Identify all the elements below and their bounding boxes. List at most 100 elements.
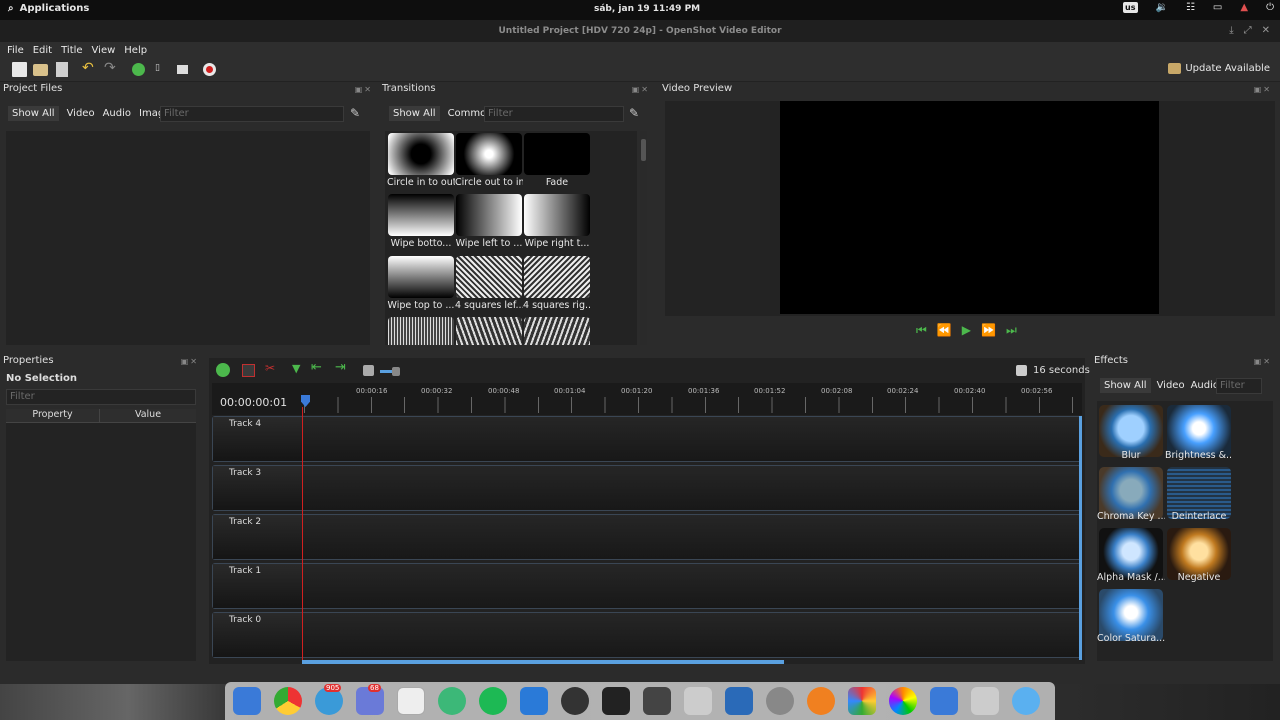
- transition-thumbnail[interactable]: [388, 256, 454, 298]
- fullscreen-icon[interactable]: [177, 65, 188, 74]
- applications-menu[interactable]: ⌕ Applications: [8, 3, 89, 14]
- clear-filter-icon[interactable]: ✎: [629, 106, 639, 120]
- export-video-icon[interactable]: [203, 63, 216, 76]
- keyboard-layout-indicator[interactable]: us: [1123, 2, 1138, 13]
- terminal-icon[interactable]: [602, 687, 630, 715]
- minimize-icon[interactable]: ⤓: [1229, 25, 1233, 36]
- project-files-filter[interactable]: Filter: [160, 106, 344, 122]
- track-row[interactable]: Track 4: [212, 416, 1082, 462]
- import-files-icon[interactable]: [132, 63, 145, 76]
- maximize-icon[interactable]: ⤢: [1244, 25, 1252, 36]
- open-project-icon[interactable]: [33, 64, 48, 76]
- vscode-icon[interactable]: [520, 687, 548, 715]
- transition-thumbnail[interactable]: [388, 194, 454, 236]
- files-icon[interactable]: [684, 687, 712, 715]
- dock-buttons[interactable]: ▣✕: [181, 357, 199, 366]
- next-marker-icon[interactable]: ⇥: [335, 360, 346, 375]
- track-row[interactable]: Track 3: [212, 465, 1082, 511]
- track-body[interactable]: [303, 564, 1081, 608]
- track-header[interactable]: Track 2: [213, 515, 303, 559]
- add-marker-icon[interactable]: ▼: [292, 362, 300, 375]
- jump-end-icon[interactable]: ⏭: [1006, 323, 1017, 338]
- track-row[interactable]: Track 2: [212, 514, 1082, 560]
- redo-icon[interactable]: ↷: [104, 60, 119, 76]
- virtualbox-icon[interactable]: [725, 687, 753, 715]
- previous-marker-icon[interactable]: ⇤: [311, 360, 322, 375]
- rewind-icon[interactable]: ⏪: [937, 323, 952, 338]
- center-timeline-icon[interactable]: [363, 365, 374, 376]
- volume-icon[interactable]: 🔉: [1156, 2, 1168, 13]
- tab-audio[interactable]: Audio: [1191, 380, 1219, 391]
- workspace-switcher-icon[interactable]: [233, 687, 261, 715]
- battery-icon[interactable]: ▭: [1213, 2, 1222, 13]
- column-header-property[interactable]: Property: [6, 409, 100, 422]
- profile-icon[interactable]: ▯: [155, 63, 170, 78]
- transitions-filter[interactable]: Filter: [484, 106, 624, 122]
- video-canvas[interactable]: [780, 101, 1159, 314]
- play-icon[interactable]: ▶: [962, 323, 971, 338]
- tab-show-all[interactable]: Show All: [8, 106, 59, 121]
- save-project-icon[interactable]: [56, 62, 68, 77]
- track-header[interactable]: Track 0: [213, 613, 303, 657]
- transition-thumbnail[interactable]: [456, 317, 522, 345]
- track-row[interactable]: Track 1: [212, 563, 1082, 609]
- undo-icon[interactable]: ↶: [82, 60, 97, 76]
- power-icon[interactable]: ⏻: [1266, 2, 1274, 13]
- track-body[interactable]: [303, 466, 1081, 510]
- transition-thumbnail[interactable]: [456, 256, 522, 298]
- dock-buttons[interactable]: ▣✕: [632, 85, 650, 94]
- track-header[interactable]: Track 3: [213, 466, 303, 510]
- transition-thumbnail[interactable]: [524, 256, 590, 298]
- audacity-icon[interactable]: [807, 687, 835, 715]
- sublime-icon[interactable]: [397, 687, 425, 715]
- kdenlive-icon[interactable]: [930, 687, 958, 715]
- spotify-icon[interactable]: [479, 687, 507, 715]
- track-body[interactable]: [303, 417, 1081, 461]
- dock-buttons[interactable]: ▣✕: [1254, 357, 1272, 366]
- atom-icon[interactable]: [438, 687, 466, 715]
- tab-show-all[interactable]: Show All: [389, 106, 440, 121]
- tab-video[interactable]: Video: [67, 108, 95, 119]
- transitions-scrollbar[interactable]: [640, 131, 647, 345]
- transition-thumbnail[interactable]: [456, 133, 522, 175]
- update-available-button[interactable]: Update Available: [1168, 63, 1270, 74]
- track-row[interactable]: Track 0: [212, 612, 1082, 658]
- fast-forward-icon[interactable]: ⏩: [981, 323, 996, 338]
- tab-video[interactable]: Video: [1157, 380, 1185, 391]
- effects-filter[interactable]: Filter: [1216, 378, 1262, 394]
- transition-thumbnail[interactable]: [388, 133, 454, 175]
- timeline-horizontal-scrollbar[interactable]: [302, 660, 784, 664]
- screenshot-icon[interactable]: [643, 687, 671, 715]
- tab-show-all[interactable]: Show All: [1100, 378, 1151, 393]
- track-body[interactable]: [303, 613, 1081, 657]
- transition-thumbnail[interactable]: [524, 317, 590, 345]
- transition-thumbnail[interactable]: [456, 194, 522, 236]
- menu-edit[interactable]: Edit: [33, 45, 52, 56]
- transition-thumbnail[interactable]: [524, 194, 590, 236]
- properties-filter[interactable]: Filter: [6, 389, 196, 405]
- jump-start-icon[interactable]: ⏮: [916, 323, 927, 338]
- tab-audio[interactable]: Audio: [103, 108, 131, 119]
- new-project-icon[interactable]: [12, 62, 27, 77]
- menu-view[interactable]: View: [92, 45, 116, 56]
- clock[interactable]: sáb, jan 19 11:49 PM: [594, 4, 700, 14]
- track-body[interactable]: [303, 515, 1081, 559]
- menu-help[interactable]: Help: [124, 45, 147, 56]
- zoom-slider[interactable]: [380, 367, 400, 376]
- timeline-vertical-scrollbar[interactable]: [1079, 416, 1082, 660]
- terminal-emoji-icon[interactable]: [561, 687, 589, 715]
- dock-buttons[interactable]: ▣✕: [355, 85, 373, 94]
- snap-magnet-icon[interactable]: [242, 364, 255, 377]
- network-icon[interactable]: ☷: [1186, 2, 1195, 13]
- transition-thumbnail[interactable]: [524, 133, 590, 175]
- openshot-icon[interactable]: [1012, 687, 1040, 715]
- notification-icon[interactable]: ▲: [1240, 2, 1248, 13]
- dock-buttons[interactable]: ▣✕: [1254, 85, 1272, 94]
- gimp-icon[interactable]: [766, 687, 794, 715]
- track-header[interactable]: Track 4: [213, 417, 303, 461]
- installer-icon[interactable]: [971, 687, 999, 715]
- pinwheel-icon[interactable]: [848, 687, 876, 715]
- timeline-ruler[interactable]: 00:00:00:01 00:00:16 00:00:32 00:00:48 0…: [212, 383, 1082, 415]
- razor-icon[interactable]: ✂: [265, 361, 275, 375]
- menu-title[interactable]: Title: [61, 45, 82, 56]
